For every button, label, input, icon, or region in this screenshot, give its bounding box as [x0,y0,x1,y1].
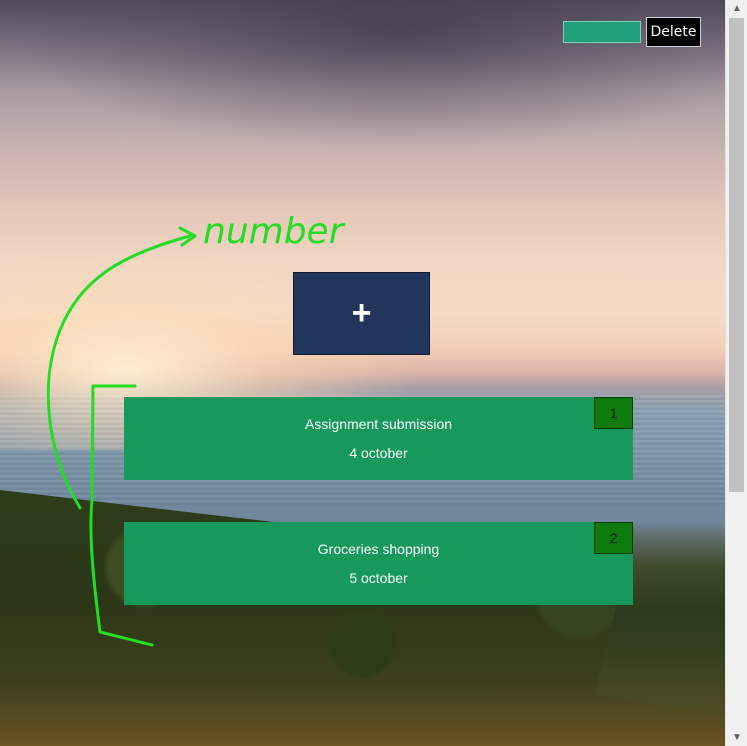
task-title: Assignment submission [304,416,453,432]
annotation-text: number [203,211,346,252]
task-number-badge[interactable]: 1 [594,397,633,429]
chevron-up-icon[interactable]: ▲ [726,0,747,17]
scrollbar-thumb[interactable] [729,18,744,492]
vertical-scrollbar[interactable]: ▲ ▼ [725,0,747,746]
add-task-button[interactable]: + [293,272,430,355]
task-card[interactable]: Groceries shopping 5 october 2 [124,522,633,605]
task-title: Groceries shopping [317,541,440,557]
task-date: 5 october [349,570,408,586]
arrowhead-icon [178,226,197,247]
task-date: 4 october [349,445,408,461]
background-landscape: Delete + Assignment submission 4 october… [0,0,725,746]
task-number-badge[interactable]: 2 [594,522,633,554]
chevron-down-icon[interactable]: ▼ [726,729,747,746]
task-number-input[interactable] [563,21,641,43]
task-card[interactable]: Assignment submission 4 october 1 [124,397,633,480]
delete-button[interactable]: Delete [646,17,701,47]
